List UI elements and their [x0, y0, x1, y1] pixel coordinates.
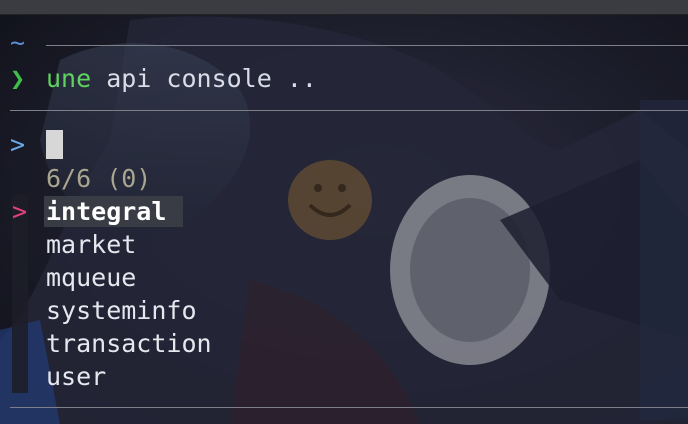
fzf-border-bottom	[10, 407, 688, 408]
fzf-query-input[interactable]	[46, 130, 63, 159]
cwd-indicator: ~	[10, 28, 26, 57]
window-titlebar	[0, 0, 688, 15]
list-item-market[interactable]: market	[46, 228, 136, 261]
list-item-integral[interactable]: integral	[46, 195, 166, 228]
command-arguments: api console ..	[91, 64, 317, 93]
match-count: 6/6 (0)	[46, 164, 152, 193]
command-line: une api console ..	[46, 62, 317, 95]
list-item-transaction[interactable]: transaction	[46, 327, 212, 360]
fzf-prompt-symbol: >	[10, 130, 26, 159]
list-item-user[interactable]: user	[46, 360, 106, 393]
command-binary: une	[46, 64, 92, 93]
selection-pointer-icon: >	[12, 197, 28, 226]
prompt-separator-top	[46, 45, 688, 46]
list-item-systeminfo[interactable]: systeminfo	[46, 294, 197, 327]
prompt-arrow-icon: ❯	[10, 64, 26, 93]
list-item-mqueue[interactable]: mqueue	[46, 261, 136, 294]
fzf-border-top	[10, 110, 688, 111]
